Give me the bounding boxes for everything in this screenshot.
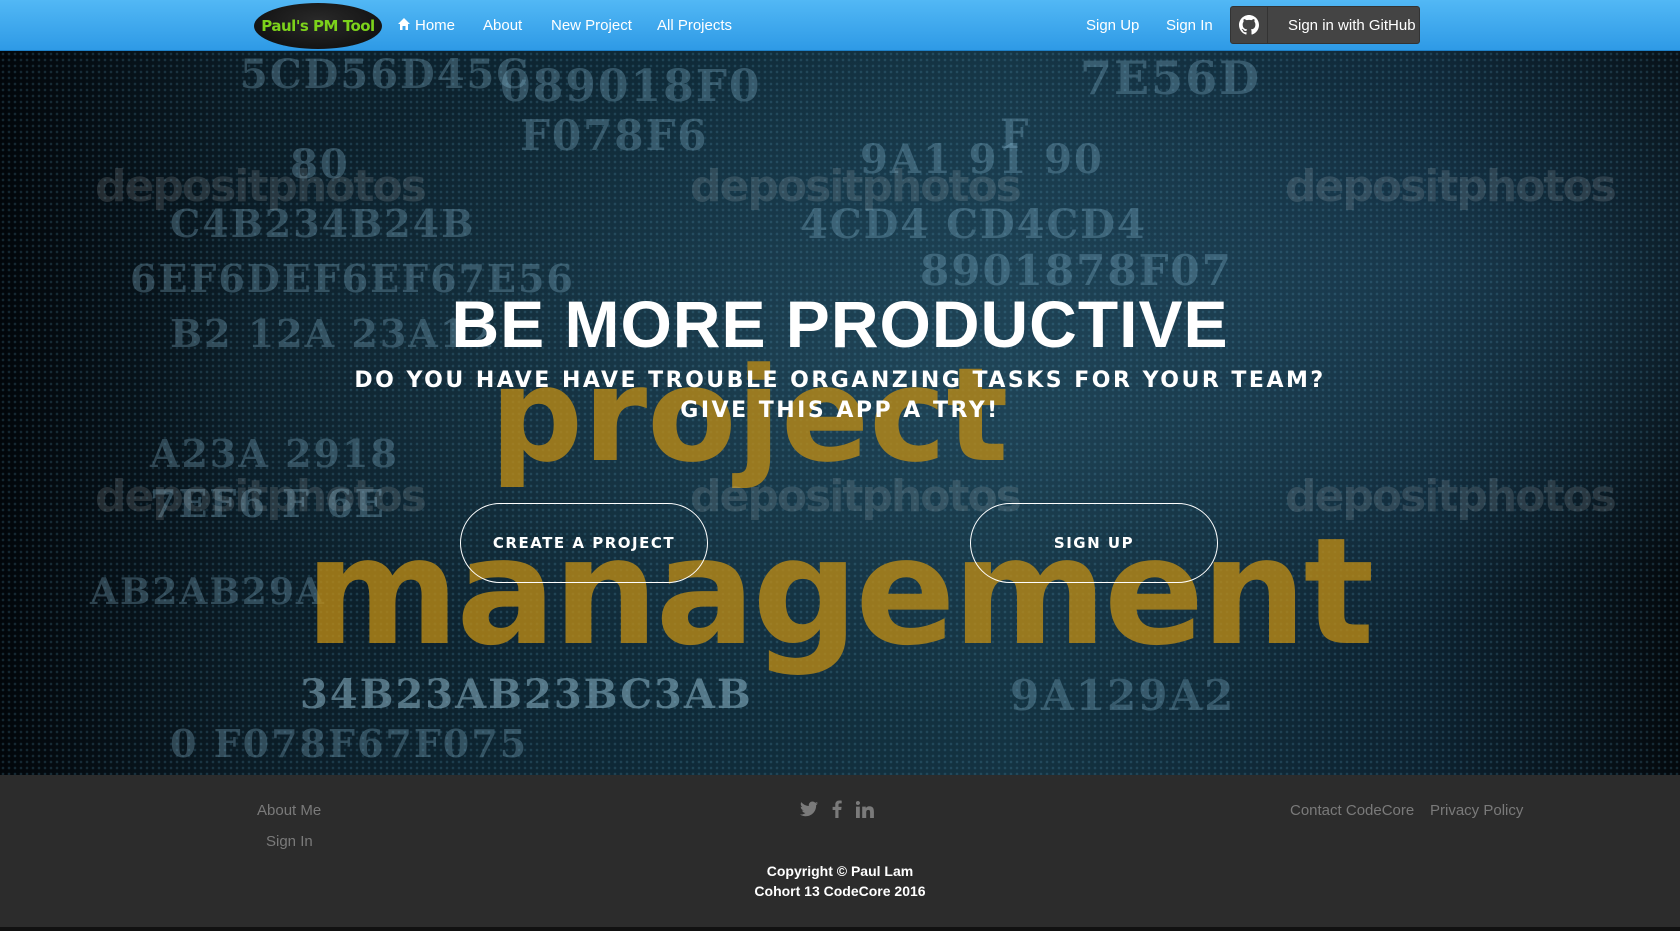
nav-about-link[interactable]: About [483, 0, 522, 51]
social-links [800, 800, 874, 818]
github-signin-button[interactable]: Sign in with GitHub [1230, 6, 1420, 44]
background-digits: F078F6 [520, 111, 709, 160]
facebook-icon[interactable] [832, 800, 842, 818]
brand-logo[interactable]: Paul's PM Tool [254, 3, 382, 49]
nav-new-project-link[interactable]: New Project [551, 0, 632, 51]
background-digits: 9A129A2 [1010, 671, 1236, 720]
linkedin-icon[interactable] [856, 800, 874, 818]
github-icon [1231, 7, 1268, 43]
footer-sign-in-link[interactable]: Sign In [266, 833, 313, 850]
footer [0, 775, 1680, 927]
twitter-icon[interactable] [800, 801, 818, 817]
hero-title: BE MORE PRODUCTIVE [451, 287, 1229, 361]
github-signin-label: Sign in with GitHub [1288, 16, 1416, 34]
background-digits: 089018F0 [500, 61, 762, 112]
footer-about-me-link[interactable]: About Me [257, 802, 321, 819]
background-digits: AB2AB29A [90, 571, 326, 613]
hero-subtitle-line2: GIVE THIS APP A TRY! [680, 398, 1000, 423]
background-digits: 0 F078F67F075 [170, 721, 529, 766]
watermark: depositphotos [95, 471, 427, 522]
top-navbar: Paul's PM Tool Home About New Project Al… [0, 0, 1680, 51]
nav-sign-up-link[interactable]: Sign Up [1086, 0, 1139, 51]
watermark: depositphotos [1285, 471, 1617, 522]
nav-home-link[interactable]: Home [397, 0, 455, 51]
create-project-button[interactable]: CREATE A PROJECT [460, 503, 708, 583]
copyright-line1: Copyright © Paul Lam [766, 863, 914, 879]
copyright-line2: Cohort 13 CodeCore 2016 [754, 883, 926, 899]
nav-all-projects-link[interactable]: All Projects [657, 0, 732, 51]
footer-edge [0, 927, 1680, 931]
watermark: depositphotos [95, 161, 427, 212]
background-digits: A23A 2918 [150, 431, 399, 476]
hero-subtitle-line1: DO YOU HAVE HAVE TROUBLE ORGANZING TASKS… [354, 368, 1326, 393]
home-icon [397, 1, 411, 52]
footer-contact-codecore-link[interactable]: Contact CodeCore [1290, 802, 1414, 819]
watermark: depositphotos [690, 471, 1022, 522]
watermark: depositphotos [1285, 161, 1617, 212]
hero-section: 5CD56D45C 089018F0 F078F6 80 C4B234B24B … [0, 51, 1680, 775]
background-digits: 7E56D [1080, 51, 1261, 105]
hero-sign-up-button[interactable]: SIGN UP [970, 503, 1218, 583]
watermark: depositphotos [690, 161, 1022, 212]
nav-sign-in-link[interactable]: Sign In [1166, 0, 1213, 51]
background-digits: 34B23AB23BC3AB [300, 671, 753, 718]
nav-home-label: Home [415, 17, 456, 34]
footer-privacy-policy-link[interactable]: Privacy Policy [1430, 802, 1523, 819]
background-digits: 5CD56D45C [240, 51, 531, 98]
